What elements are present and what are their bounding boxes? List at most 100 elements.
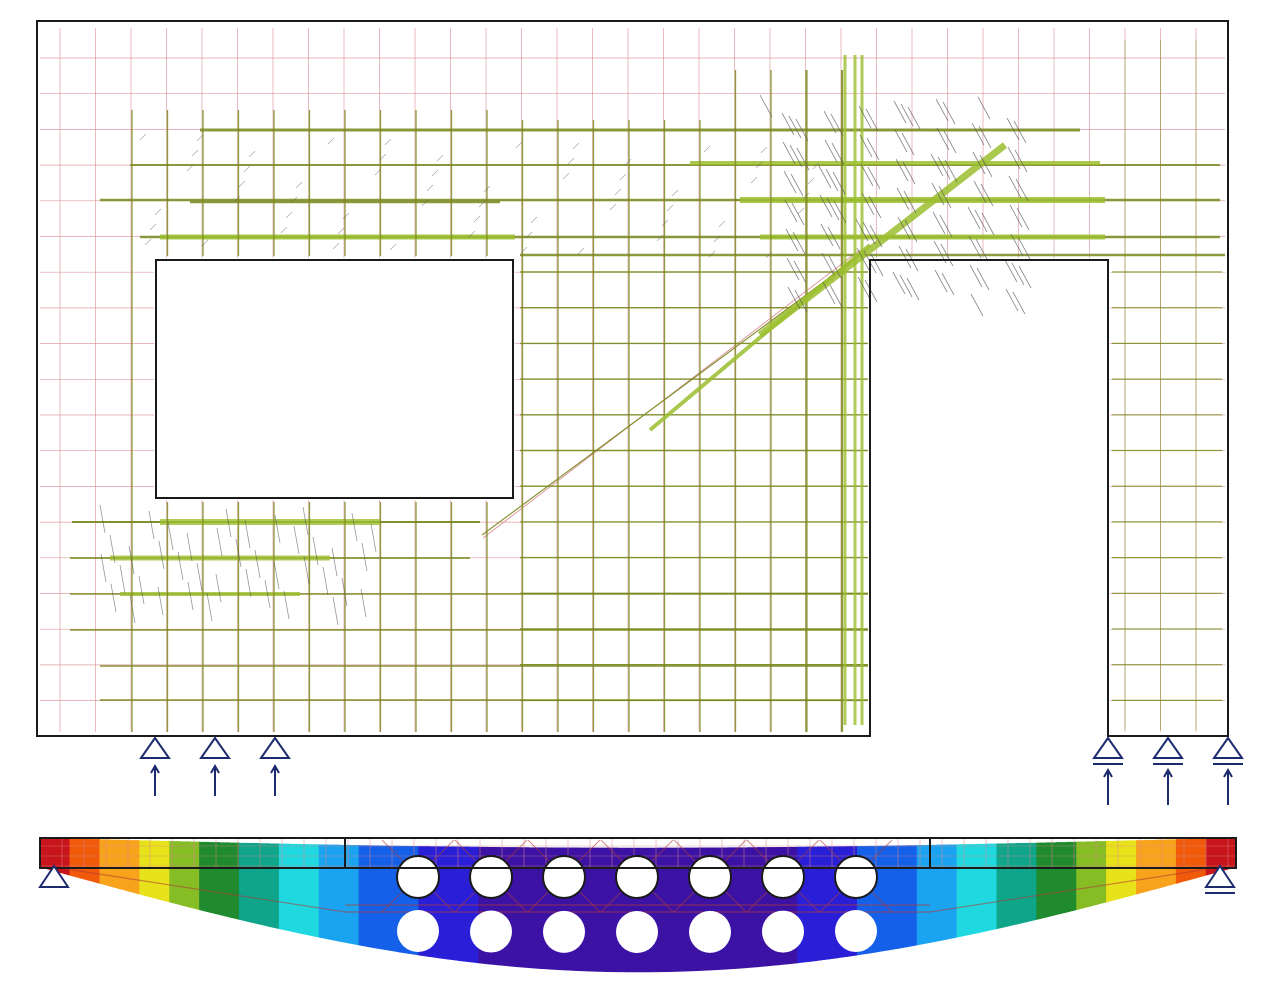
contour-strip (328, 844, 340, 942)
hairline-crack (273, 560, 280, 590)
hairline-crack (619, 173, 627, 181)
contour-strip (308, 844, 320, 938)
contour-strip (1076, 841, 1087, 911)
lower-opening (835, 910, 877, 953)
hairline-crack (322, 566, 329, 596)
hairline-crack (899, 274, 913, 298)
hairline-crack (337, 227, 345, 235)
contour-strip (388, 845, 400, 953)
hairline-crack (254, 549, 261, 579)
lower-opening (470, 910, 512, 953)
hairline-crack (572, 142, 580, 150)
hairline-crack (167, 521, 174, 551)
hairline-crack (614, 188, 622, 196)
hairline-crack (818, 165, 832, 189)
hairline-crack (158, 540, 165, 570)
diagonal-crack-band (757, 142, 1008, 338)
hairline-crack (935, 98, 949, 122)
wall-supports (139, 736, 1244, 805)
contour-strip (946, 844, 958, 940)
hairline-crack (666, 204, 674, 212)
hairline-crack (975, 238, 989, 262)
hairline-crack (976, 267, 990, 291)
contour-strip (318, 844, 330, 940)
contour-strip (249, 843, 260, 925)
contour-strip (338, 844, 350, 944)
hairline-crack (943, 130, 957, 154)
contour-strip (348, 845, 360, 946)
triangle-support-icon (139, 736, 171, 759)
hairline-crack (967, 206, 981, 230)
triangle-roller-support-icon (1092, 736, 1124, 765)
hairline-crack (431, 169, 439, 177)
contour-strip (1046, 842, 1057, 918)
contour-strip (508, 847, 519, 968)
contour-strip (926, 844, 938, 944)
contour-strip (607, 847, 619, 973)
contour-strip (906, 845, 918, 948)
beam-deflection-view (38, 837, 1237, 973)
lower-opening (762, 910, 804, 953)
contour-strip (966, 844, 978, 936)
contour-strip (916, 845, 928, 946)
figure-canvas (36, 20, 1244, 973)
hairline-crack (370, 523, 377, 553)
contour-strip (1155, 839, 1167, 890)
upper-opening (834, 855, 878, 899)
hairline-crack (894, 129, 908, 153)
hairline-crack (312, 536, 319, 566)
contour-strip (528, 847, 539, 969)
hairline-crack (784, 199, 798, 223)
hairline-crack (567, 157, 575, 165)
contour-strip (747, 847, 758, 969)
up-arrow-icon (1163, 767, 1173, 805)
contour-strip (1096, 841, 1107, 906)
hairline-crack (1004, 259, 1018, 283)
hairline-crack (893, 100, 907, 124)
support-triangle (199, 736, 231, 759)
contour-strip (1205, 838, 1217, 876)
hairline-crack (934, 269, 948, 293)
hairline-crack (760, 146, 768, 154)
contour-strip (956, 844, 968, 938)
hairline-crack (825, 168, 839, 192)
up-arrow-icon (270, 763, 280, 796)
hairline-crack (974, 209, 988, 233)
hairline-crack (119, 564, 126, 594)
support-triangle (1212, 736, 1244, 759)
upper-opening (542, 855, 586, 899)
hairline-crack (981, 212, 995, 236)
hairline-crack (939, 214, 953, 238)
hairline-crack (110, 583, 117, 613)
contour-strip (1195, 838, 1207, 879)
hairline-crack (1012, 291, 1026, 315)
hairline-crack (327, 137, 335, 145)
hairline-crack (788, 115, 802, 139)
hairline-crack (351, 512, 358, 542)
hairline-crack (782, 141, 796, 165)
hairline-crack (215, 573, 222, 603)
hairline-crack (1013, 120, 1027, 144)
contour-strip (1165, 839, 1177, 887)
contour-strip (169, 841, 180, 906)
hairline-crack (332, 596, 339, 626)
contour-strip (1225, 837, 1237, 871)
contour-strip (99, 839, 111, 887)
contour-strip (149, 840, 160, 900)
contour-strip (1056, 842, 1067, 916)
hairline-crack (332, 242, 340, 250)
hairline-crack (750, 176, 758, 184)
lower-opening (689, 910, 731, 953)
up-arrow-icon (150, 763, 160, 796)
contour-strip (817, 846, 828, 961)
hairline-crack (149, 223, 157, 231)
hairline-crack (718, 220, 726, 228)
hairline-crack (99, 504, 106, 534)
hairline-crack (157, 586, 164, 616)
hairline-crack (977, 96, 991, 120)
lower-opening (543, 910, 585, 953)
hairline-crack (867, 166, 881, 190)
contour-strip (278, 843, 290, 932)
hairline-crack (1018, 265, 1032, 289)
contour-strip (179, 841, 190, 908)
